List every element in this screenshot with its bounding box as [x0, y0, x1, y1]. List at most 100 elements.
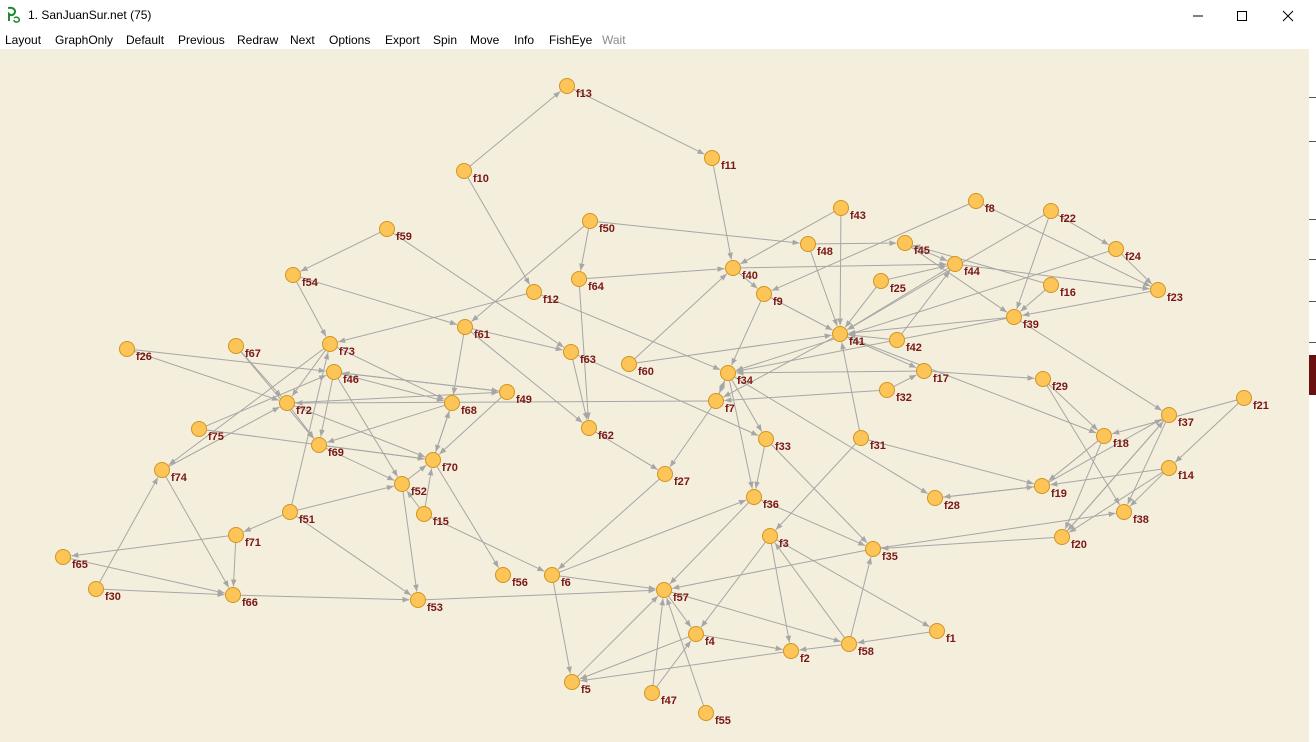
- node-marker[interactable]: [725, 260, 741, 276]
- menu-graphonly[interactable]: GraphOnly: [55, 33, 113, 47]
- node-marker[interactable]: [225, 587, 241, 603]
- node-marker[interactable]: [279, 395, 295, 411]
- node-marker[interactable]: [889, 332, 905, 348]
- node-f10[interactable]: f10: [456, 163, 489, 186]
- node-f45[interactable]: f45: [897, 235, 930, 258]
- node-f23[interactable]: f23: [1150, 282, 1183, 305]
- node-marker[interactable]: [311, 437, 327, 453]
- node-marker[interactable]: [758, 431, 774, 447]
- node-f6[interactable]: f6: [544, 567, 571, 590]
- node-f13[interactable]: f13: [559, 78, 592, 101]
- node-f24[interactable]: f24: [1108, 241, 1142, 264]
- node-marker[interactable]: [720, 365, 736, 381]
- node-marker[interactable]: [191, 421, 207, 437]
- node-marker[interactable]: [1236, 390, 1252, 406]
- node-marker[interactable]: [499, 384, 515, 400]
- node-f2[interactable]: f2: [783, 643, 810, 666]
- node-marker[interactable]: [1096, 428, 1112, 444]
- menu-redraw[interactable]: Redraw: [237, 33, 278, 47]
- node-f47[interactable]: f47: [644, 685, 677, 708]
- node-marker[interactable]: [783, 643, 799, 659]
- node-marker[interactable]: [285, 267, 301, 283]
- node-marker[interactable]: [756, 286, 772, 302]
- node-f27[interactable]: f27: [657, 466, 690, 489]
- title-bar[interactable]: 1. SanJuanSur.net (75): [0, 0, 1316, 31]
- node-f70[interactable]: f70: [425, 452, 458, 475]
- node-marker[interactable]: [495, 567, 511, 583]
- node-marker[interactable]: [832, 326, 848, 342]
- menu-fisheye[interactable]: FishEye: [549, 33, 592, 47]
- node-f22[interactable]: f22: [1043, 203, 1076, 226]
- node-f41[interactable]: f41: [832, 326, 865, 349]
- node-f1[interactable]: f1: [929, 623, 956, 646]
- node-f8[interactable]: f8: [968, 193, 995, 216]
- node-marker[interactable]: [708, 393, 724, 409]
- node-f3[interactable]: f3: [762, 528, 789, 551]
- node-marker[interactable]: [1035, 371, 1051, 387]
- node-marker[interactable]: [228, 338, 244, 354]
- node-marker[interactable]: [897, 235, 913, 251]
- network-graph[interactable]: f13 f11 f10 f8 f22 f43 f50 f48 f45 f24 f59 f40 f44 f5…: [0, 49, 1309, 742]
- menu-move[interactable]: Move: [470, 33, 499, 47]
- node-f65[interactable]: f65: [55, 549, 88, 572]
- node-marker[interactable]: [762, 528, 778, 544]
- node-f62[interactable]: f62: [581, 420, 614, 443]
- node-marker[interactable]: [228, 527, 244, 543]
- node-f18[interactable]: f18: [1096, 428, 1129, 451]
- node-f72[interactable]: f72: [279, 395, 312, 418]
- node-marker[interactable]: [416, 506, 432, 522]
- node-marker[interactable]: [704, 150, 720, 166]
- node-f16[interactable]: f16: [1043, 277, 1076, 300]
- maximize-button[interactable]: [1219, 0, 1265, 31]
- node-marker[interactable]: [563, 344, 579, 360]
- node-marker[interactable]: [833, 200, 849, 216]
- node-f21[interactable]: f21: [1236, 390, 1269, 413]
- menu-info[interactable]: Info: [514, 33, 534, 47]
- node-f29[interactable]: f29: [1035, 371, 1068, 394]
- node-f74[interactable]: f74: [154, 462, 188, 485]
- node-f26[interactable]: f26: [119, 341, 152, 364]
- node-marker[interactable]: [88, 581, 104, 597]
- node-marker[interactable]: [853, 430, 869, 446]
- node-f36[interactable]: f36: [746, 489, 779, 512]
- node-f48[interactable]: f48: [800, 236, 833, 259]
- node-f50[interactable]: f50: [582, 213, 615, 236]
- menu-default[interactable]: Default: [126, 33, 164, 47]
- node-marker[interactable]: [656, 582, 672, 598]
- node-marker[interactable]: [947, 256, 963, 272]
- node-marker[interactable]: [1034, 478, 1050, 494]
- menu-layout[interactable]: Layout: [5, 33, 41, 47]
- node-marker[interactable]: [927, 490, 943, 506]
- node-marker[interactable]: [282, 504, 298, 520]
- menu-spin[interactable]: Spin: [433, 33, 457, 47]
- node-marker[interactable]: [1161, 407, 1177, 423]
- node-marker[interactable]: [154, 462, 170, 478]
- node-marker[interactable]: [879, 382, 895, 398]
- node-marker[interactable]: [800, 236, 816, 252]
- node-marker[interactable]: [929, 623, 945, 639]
- node-marker[interactable]: [410, 592, 426, 608]
- node-marker[interactable]: [571, 271, 587, 287]
- node-f43[interactable]: f43: [833, 200, 866, 223]
- node-marker[interactable]: [1043, 277, 1059, 293]
- node-f61[interactable]: f61: [457, 319, 490, 342]
- node-marker[interactable]: [379, 221, 395, 237]
- node-f15[interactable]: f15: [416, 506, 449, 529]
- node-marker[interactable]: [444, 395, 460, 411]
- node-marker[interactable]: [1108, 241, 1124, 257]
- node-marker[interactable]: [865, 541, 881, 557]
- node-marker[interactable]: [698, 705, 714, 721]
- node-marker[interactable]: [688, 626, 704, 642]
- node-f55[interactable]: f55: [698, 705, 731, 728]
- node-f71[interactable]: f71: [228, 527, 261, 550]
- node-f51[interactable]: f51: [282, 504, 315, 527]
- node-marker[interactable]: [559, 78, 575, 94]
- node-f38[interactable]: f38: [1116, 504, 1149, 527]
- node-f7[interactable]: f7: [708, 393, 735, 416]
- node-marker[interactable]: [1006, 309, 1022, 325]
- node-marker[interactable]: [873, 273, 889, 289]
- node-marker[interactable]: [544, 567, 560, 583]
- node-f69[interactable]: f69: [311, 437, 344, 460]
- node-f14[interactable]: f14: [1161, 460, 1195, 483]
- menu-options[interactable]: Options: [329, 33, 370, 47]
